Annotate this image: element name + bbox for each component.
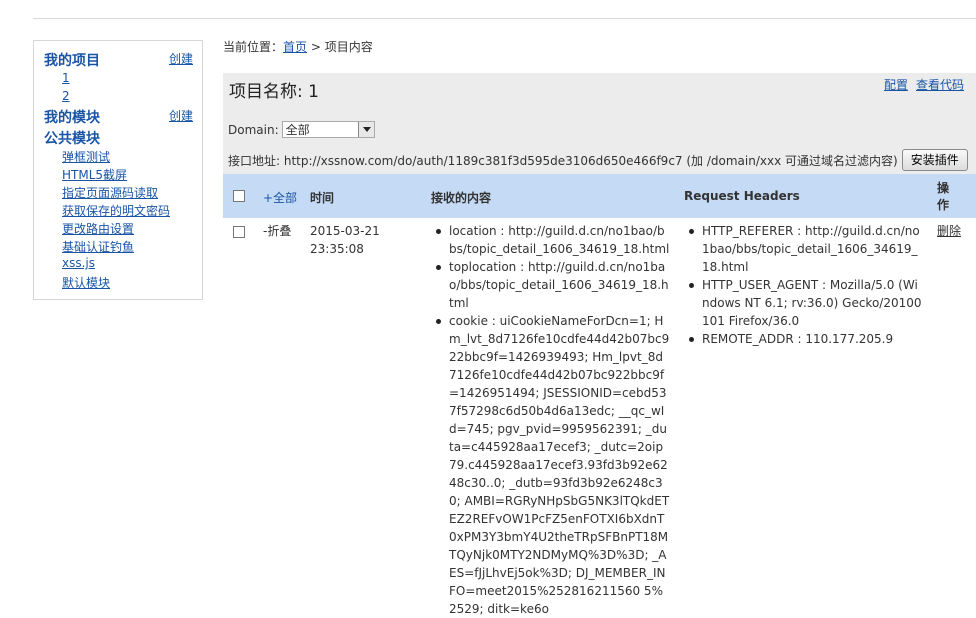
header-item: HTTP_REFERER : http://guild.d.cn/no1bao/…: [688, 222, 923, 276]
sidebar-my-projects[interactable]: 我的项目: [44, 50, 100, 70]
sidebar-project-item[interactable]: 2: [62, 89, 70, 103]
row-clock: 23:35:08: [310, 242, 364, 256]
request-headers: HTTP_REFERER : http://guild.d.cn/no1bao/…: [688, 222, 923, 348]
sidebar: 我的项目 创建 1 2 我的模块 创建 公共模块 弹框测试 HTML5截屏 指定…: [33, 40, 203, 300]
sidebar-module-item[interactable]: HTML5截屏: [62, 166, 127, 183]
request-headers-column-header: Request Headers: [684, 189, 800, 203]
select-all-checkbox[interactable]: [233, 190, 245, 202]
content-column-header: 接收的内容: [431, 191, 492, 205]
breadcrumb-separator: >: [307, 40, 325, 54]
content-item: toplocation : http://guild.d.cn/no1bao/b…: [435, 258, 670, 312]
content-item: cookie : uiCookieNameForDcn=1; Hm_lvt_8d…: [435, 312, 670, 618]
domain-label: Domain:: [228, 122, 279, 137]
breadcrumb-prefix: 当前位置：: [223, 40, 284, 54]
top-divider: [33, 18, 976, 19]
install-plugin-button[interactable]: 安装插件: [901, 149, 968, 171]
sidebar-module-item[interactable]: 获取保存的明文密码: [62, 202, 170, 219]
row-date: 2015-03-21: [310, 224, 380, 238]
breadcrumb-current: 项目内容: [324, 40, 373, 54]
sidebar-module-item[interactable]: 更改路由设置: [62, 220, 134, 237]
action-column-header: 操作: [937, 181, 950, 212]
sidebar-module-item[interactable]: 默认模块: [62, 274, 110, 291]
sidebar-module-item[interactable]: 弹框测试: [62, 148, 110, 165]
row-time: 2015-03-21 23:35:08: [310, 222, 380, 258]
sidebar-my-modules[interactable]: 我的模块: [44, 107, 100, 127]
table-header: +全部 时间 接收的内容 Request Headers 操作: [223, 174, 976, 218]
breadcrumb: 当前位置：首页 > 项目内容: [223, 38, 373, 55]
delete-link[interactable]: 删除: [937, 222, 961, 240]
content-item: location : http://guild.d.cn/no1bao/bbs/…: [435, 222, 670, 258]
sidebar-module-item[interactable]: 基础认证钓鱼: [62, 238, 134, 255]
header-item: HTTP_USER_AGENT : Mozilla/5.0 (Windows N…: [688, 276, 923, 330]
project-panel: 项目名称: 1 配置 查看代码 Domain: 全部 接口地址: http://x…: [223, 73, 976, 174]
domain-select[interactable]: 全部: [281, 121, 375, 138]
create-module-link[interactable]: 创建: [169, 107, 193, 124]
project-title: 项目名称: 1: [229, 82, 319, 102]
project-actions: 配置 查看代码: [876, 76, 964, 93]
sidebar-module-item[interactable]: xss.js: [62, 256, 95, 270]
row-checkbox[interactable]: [233, 226, 245, 238]
create-project-link[interactable]: 创建: [169, 50, 193, 67]
domain-select-value: 全部: [285, 123, 310, 137]
api-address-row: 接口地址: http://xssnow.com/do/auth/1189c381…: [228, 149, 968, 171]
expand-all-link[interactable]: +全部: [263, 189, 297, 206]
collapse-link[interactable]: -折叠: [263, 222, 291, 240]
sidebar-project-item[interactable]: 1: [62, 71, 70, 85]
header-item: REMOTE_ADDR : 110.177.205.9: [688, 330, 923, 348]
api-address-text: 接口地址: http://xssnow.com/do/auth/1189c381…: [228, 153, 898, 168]
config-link[interactable]: 配置: [884, 78, 908, 92]
chevron-down-icon[interactable]: [357, 122, 374, 137]
breadcrumb-home-link[interactable]: 首页: [283, 40, 307, 54]
received-content: location : http://guild.d.cn/no1bao/bbs/…: [435, 222, 670, 618]
sidebar-module-item[interactable]: 指定页面源码读取: [62, 184, 158, 201]
view-code-link[interactable]: 查看代码: [916, 78, 964, 92]
sidebar-public-modules: 公共模块: [44, 131, 100, 147]
time-column-header: 时间: [310, 191, 335, 205]
domain-filter: Domain: 全部: [228, 121, 375, 138]
